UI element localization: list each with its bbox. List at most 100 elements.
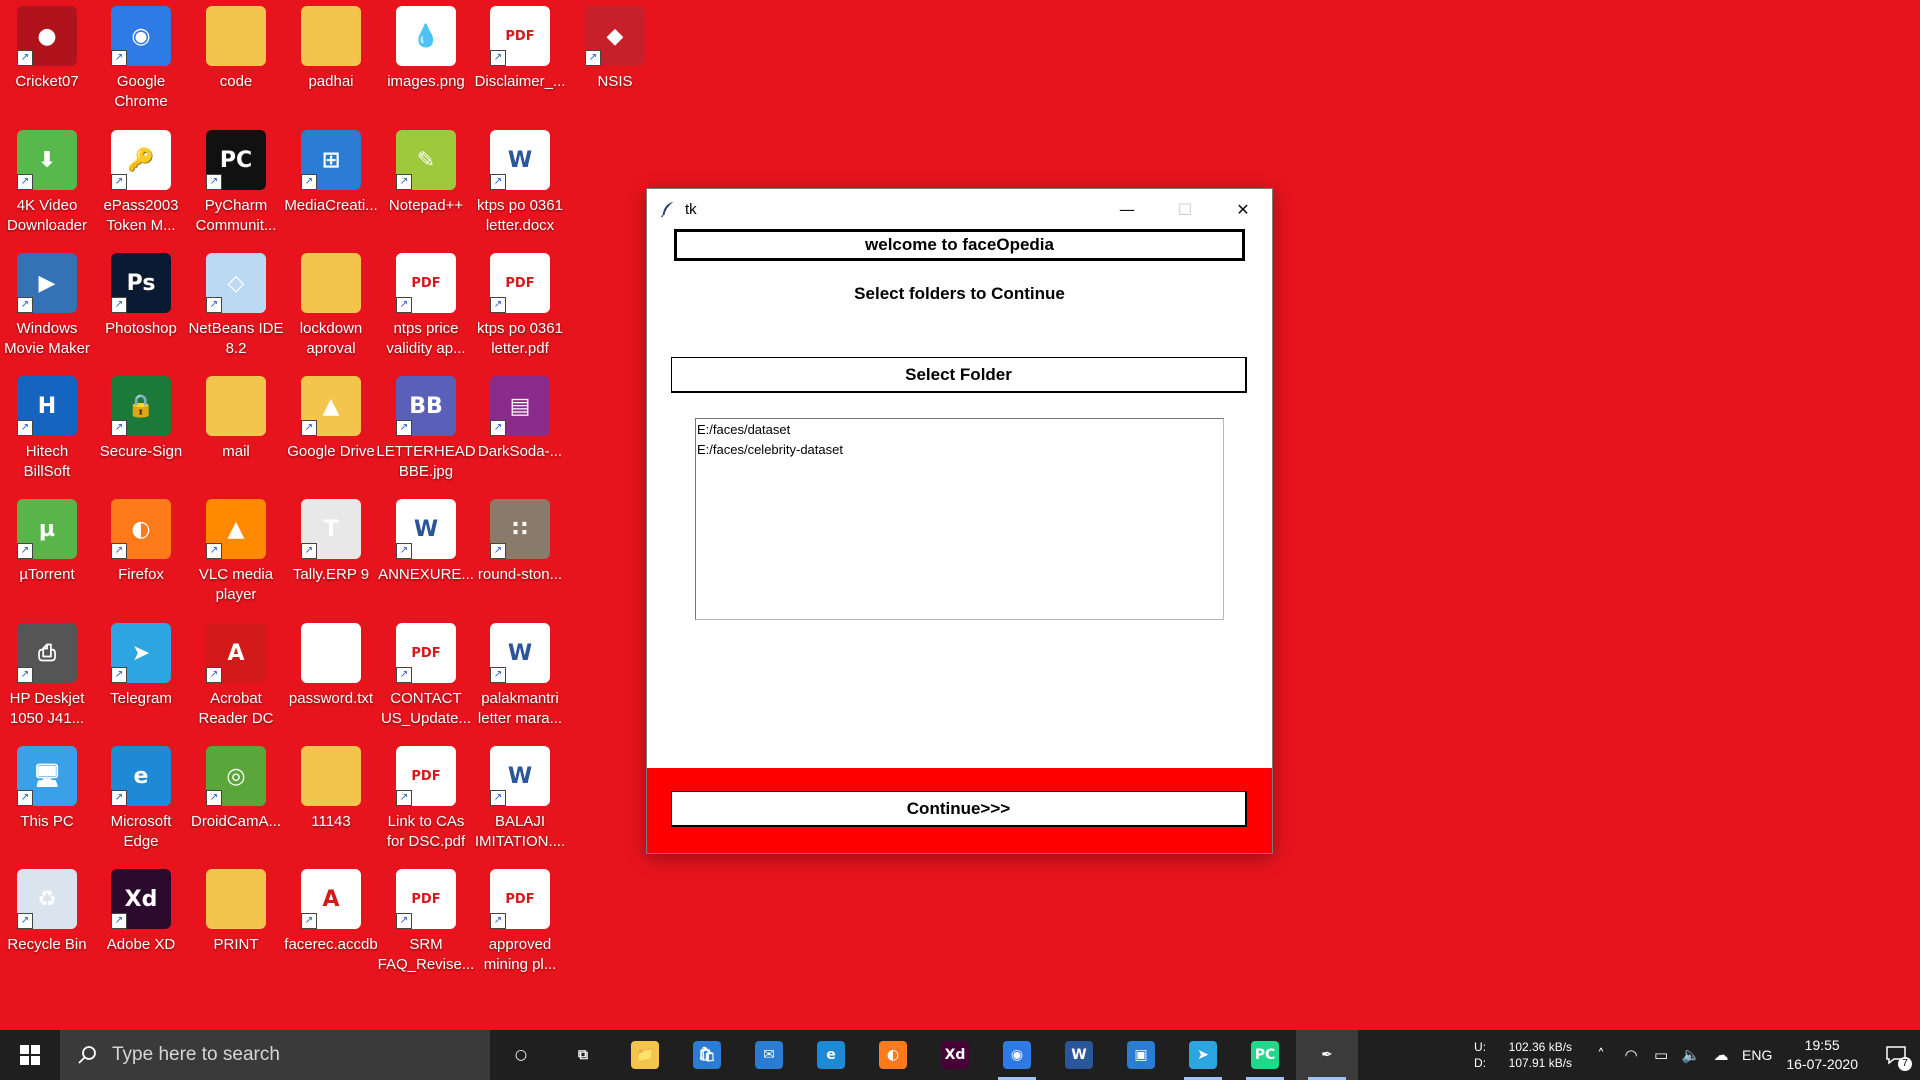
desktop-icon[interactable]: A ↗ Acrobat Reader DC <box>189 617 283 737</box>
title-bar[interactable]: tk — ☐ ✕ <box>647 189 1272 229</box>
nsis-icon: ◆ ↗ <box>585 6 645 66</box>
shortcut-arrow-icon: ↗ <box>396 174 412 190</box>
desktop-icon[interactable]: ◆ ↗ NSIS <box>568 0 662 120</box>
onedrive-icon[interactable]: ☁ <box>1706 1030 1736 1080</box>
desktop-icon[interactable]: PDF ↗ SRM FAQ_Revise... <box>378 863 474 983</box>
language-indicator[interactable]: ENG <box>1742 1047 1772 1063</box>
desktop-icon[interactable]: PDF ↗ Disclaimer_... <box>473 0 567 120</box>
taskbar-app-capture[interactable]: ▣ <box>1110 1030 1172 1080</box>
desktop-icon[interactable]: PC ↗ PyCharm Communit... <box>189 124 283 244</box>
taskbar-app-firefox[interactable]: ◐ <box>862 1030 924 1080</box>
desktop-icon[interactable]: ⬇ ↗ 4K Video Downloader <box>0 124 94 244</box>
icon-glyph: ◉ <box>131 23 151 49</box>
desktop-icon-label: ANNEXURE... <box>378 566 474 583</box>
icon-glyph: W <box>507 147 533 173</box>
desktop-icon[interactable]: code <box>189 0 283 120</box>
desktop-icon[interactable]: ◐ ↗ Firefox <box>94 493 188 613</box>
desktop-icon[interactable]: PRINT <box>189 863 283 983</box>
desktop-icon[interactable]: PDF ↗ ktps po 0361 letter.pdf <box>473 247 567 367</box>
battery-icon[interactable]: ▭ <box>1646 1030 1676 1080</box>
desktop-icon[interactable]: ▤ ↗ DarkSoda-... <box>473 370 567 490</box>
desktop-icon[interactable]: ▲ ↗ VLC media player <box>189 493 283 613</box>
desktop-icon[interactable]: Ps ↗ Photoshop <box>94 247 188 367</box>
taskbar-app-store[interactable]: 🛍 <box>676 1030 738 1080</box>
taskbar-app-chrome[interactable]: ◉ <box>986 1030 1048 1080</box>
taskbar-app-word[interactable]: W <box>1048 1030 1110 1080</box>
start-button[interactable] <box>0 1030 60 1080</box>
desktop-icon[interactable]: ♻ ↗ Recycle Bin <box>0 863 94 983</box>
taskbar-app-file-explorer[interactable]: 📁 <box>614 1030 676 1080</box>
desktop-icon[interactable]: 11143 <box>284 740 378 860</box>
list-item[interactable]: E:/faces/dataset <box>696 420 1223 440</box>
desktop-icon[interactable]: ∷ ↗ round-ston... <box>473 493 567 613</box>
wifi-icon[interactable]: ◠ <box>1616 1030 1646 1080</box>
desktop-icon[interactable]: 🔑 ↗ ePass2003 Token M... <box>94 124 188 244</box>
pdf-icon: PDF ↗ <box>490 869 550 929</box>
desktop-icon[interactable]: 💧 images.png <box>379 0 473 120</box>
continue-button[interactable]: Continue>>> <box>671 791 1247 827</box>
desktop-icon[interactable]: W ↗ palakmantri letter mara... <box>473 617 567 737</box>
desktop-icon[interactable]: padhai <box>284 0 378 120</box>
desktop-icon-label: Google Drive <box>287 443 375 460</box>
desktop-icon[interactable]: µ ↗ µTorrent <box>0 493 94 613</box>
taskbar-app-adobe-xd[interactable]: Xd <box>924 1030 986 1080</box>
shortcut-arrow-icon: ↗ <box>301 174 317 190</box>
taskbar-app-telegram[interactable]: ➤ <box>1172 1030 1234 1080</box>
desktop-icon[interactable]: ✎ ↗ Notepad++ <box>379 124 473 244</box>
list-item[interactable]: E:/faces/celebrity-dataset <box>696 440 1223 460</box>
desktop-icon[interactable]: e ↗ Microsoft Edge <box>94 740 188 860</box>
word-doc-icon: W ↗ <box>490 623 550 683</box>
icon-glyph: PDF <box>411 768 441 784</box>
taskbar-app-cortana[interactable]: ○ <box>490 1030 552 1080</box>
desktop-icon-label: Cricket07 <box>15 73 79 90</box>
select-folder-button[interactable]: Select Folder <box>671 357 1247 393</box>
desktop-icon[interactable]: A ↗ facerec.accdb <box>284 863 378 983</box>
desktop-icon[interactable]: ◇ ↗ NetBeans IDE 8.2 <box>188 247 284 367</box>
desktop-icon[interactable]: W ↗ BALAJI IMITATION.... <box>473 740 567 860</box>
close-button[interactable]: ✕ <box>1214 189 1272 229</box>
desktop-icon[interactable]: T ↗ Tally.ERP 9 <box>284 493 378 613</box>
clock[interactable]: 19:55 16-07-2020 <box>1786 1036 1858 1074</box>
action-center-button[interactable]: 7 <box>1872 1030 1920 1080</box>
desktop-icon[interactable]: W ↗ ANNEXURE... <box>378 493 474 613</box>
taskbar-app-ie[interactable]: e <box>800 1030 862 1080</box>
desktop-icon[interactable]: ➤ ↗ Telegram <box>94 617 188 737</box>
desktop-icon[interactable]: Xd ↗ Adobe XD <box>94 863 188 983</box>
desktop-icon[interactable]: PDF ↗ CONTACT US_Update... <box>379 617 473 737</box>
desktop-icon[interactable]: ◎ ↗ DroidCamA... <box>189 740 283 860</box>
taskbar-app-mail[interactable]: ✉ <box>738 1030 800 1080</box>
minimize-button[interactable]: — <box>1098 189 1156 229</box>
internet-explorer-icon: e <box>817 1041 845 1069</box>
desktop-icon[interactable]: lockdown aproval <box>284 247 378 367</box>
chevron-up-icon[interactable]: ˄ <box>1586 1030 1616 1080</box>
desktop-icon[interactable]: ▲ ↗ Google Drive <box>284 370 378 490</box>
search-box[interactable]: Type here to search <box>60 1030 490 1080</box>
desktop-icon[interactable]: PDF ↗ approved mining pl... <box>473 863 567 983</box>
search-placeholder: Type here to search <box>112 1044 280 1065</box>
desktop-icon[interactable]: ▶ ↗ Windows Movie Maker <box>0 247 94 367</box>
taskbar-app-task-view[interactable]: ⧉ <box>552 1030 614 1080</box>
desktop-icon[interactable]: ◉ ↗ Google Chrome <box>94 0 188 120</box>
chrome-icon: ◉ <box>1003 1041 1031 1069</box>
taskbar-app-python-tk[interactable]: ✒ <box>1296 1030 1358 1080</box>
recycle-bin-icon: ♻ ↗ <box>17 869 77 929</box>
desktop-icon[interactable]: ⎙ ↗ HP Deskjet 1050 J41... <box>0 617 94 737</box>
desktop-icon[interactable]: W ↗ ktps po 0361 letter.docx <box>473 124 567 244</box>
desktop-icon[interactable]: 🔒 ↗ Secure-Sign <box>94 370 188 490</box>
desktop-icon[interactable]: password.txt <box>284 617 378 737</box>
maximize-button[interactable]: ☐ <box>1156 189 1214 229</box>
word-doc-icon: W ↗ <box>396 499 456 559</box>
volume-icon[interactable]: 🔈 <box>1676 1030 1706 1080</box>
folder-listbox[interactable]: E:/faces/dataset E:/faces/celebrity-data… <box>695 418 1224 620</box>
desktop-icon[interactable]: PDF ↗ Link to CAs for DSC.pdf <box>379 740 473 860</box>
icon-glyph: e <box>133 763 149 789</box>
desktop-icon[interactable]: BB ↗ LETTERHEAD BBE.jpg <box>376 370 476 490</box>
taskbar-app-pycharm[interactable]: PC <box>1234 1030 1296 1080</box>
desktop-icon[interactable]: mail <box>189 370 283 490</box>
desktop-icon[interactable]: ● ↗ Cricket07 <box>0 0 94 120</box>
desktop-icon[interactable]: 🖥 ↗ This PC <box>0 740 94 860</box>
minimize-icon: — <box>1119 199 1135 219</box>
desktop-icon[interactable]: ⊞ ↗ MediaCreati... <box>284 124 378 244</box>
desktop-icon[interactable]: H ↗ Hitech BillSoft <box>0 370 94 490</box>
desktop-icon[interactable]: PDF ↗ ntps price validity ap... <box>379 247 473 367</box>
